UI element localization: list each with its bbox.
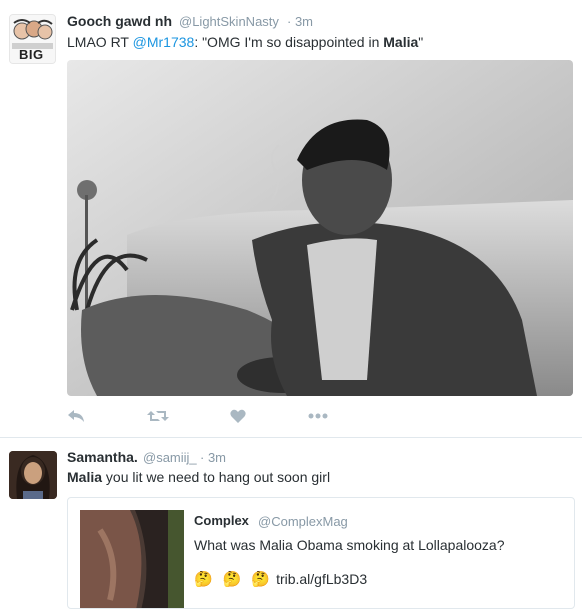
search-highlight: Malia (383, 34, 419, 50)
quoted-user-handle[interactable]: @ComplexMag (258, 514, 348, 529)
retweet-icon (147, 411, 169, 421)
avatar-photo (9, 451, 57, 499)
search-highlight: Malia (67, 469, 103, 485)
quoted-tweet-text: What was Malia Obama smoking at Lollapal… (194, 537, 505, 553)
tweet[interactable]: BIG Gooch gawd nh @LightSkinNasty · 3m L… (0, 0, 582, 438)
user-handle[interactable]: @LightSkinNasty (179, 14, 279, 29)
tweet-text-suffix: " (418, 34, 424, 50)
avatar-text: BIG (19, 47, 44, 62)
tweet-text-rest: you lit we need to hang out soon girl (102, 469, 331, 485)
more-button[interactable] (305, 403, 331, 429)
thinking-face-icon: 🤔 (251, 571, 271, 588)
avatar[interactable]: BIG (9, 14, 56, 64)
mention-link[interactable]: @Mr1738 (133, 34, 195, 50)
timestamp[interactable]: · 3m (200, 450, 226, 465)
retweet-button[interactable] (145, 403, 171, 429)
user-handle[interactable]: @samiij_ (143, 450, 197, 465)
quoted-display-name[interactable]: Complex (194, 513, 249, 528)
tweet-photo[interactable] (67, 60, 573, 396)
more-icon (308, 413, 328, 419)
like-icon (230, 409, 246, 423)
photo-image (67, 60, 573, 396)
display-name[interactable]: Samantha. (67, 449, 138, 465)
display-name[interactable]: Gooch gawd nh (67, 13, 172, 29)
quoted-tweet-emoji-row: 🤔 🤔 🤔 trib.al/gfLb3D3 (194, 570, 367, 588)
like-button[interactable] (226, 403, 250, 429)
thinking-face-icon: 🤔 (222, 571, 242, 588)
quote-thumbnail (80, 510, 184, 608)
thinking-face-icon: 🤔 (194, 571, 213, 588)
reply-icon (68, 410, 84, 422)
quoted-tweet-image (80, 510, 184, 608)
quoted-tweet-link[interactable]: trib.al/gfLb3D3 (276, 571, 367, 587)
tweet-text-middle: : "OMG I'm so disappointed in (194, 34, 384, 50)
tweet-text: LMAO RT @Mr1738: "OMG I'm so disappointe… (67, 34, 423, 50)
avatar[interactable] (9, 451, 57, 499)
tweet-text-prefix: LMAO RT (67, 34, 133, 50)
reply-button[interactable] (64, 403, 88, 429)
timestamp[interactable]: · 3m (287, 14, 313, 29)
quoted-tweet[interactable]: Complex @ComplexMag What was Malia Obama… (67, 497, 575, 609)
tweet-text: Malia you lit we need to hang out soon g… (67, 469, 330, 485)
